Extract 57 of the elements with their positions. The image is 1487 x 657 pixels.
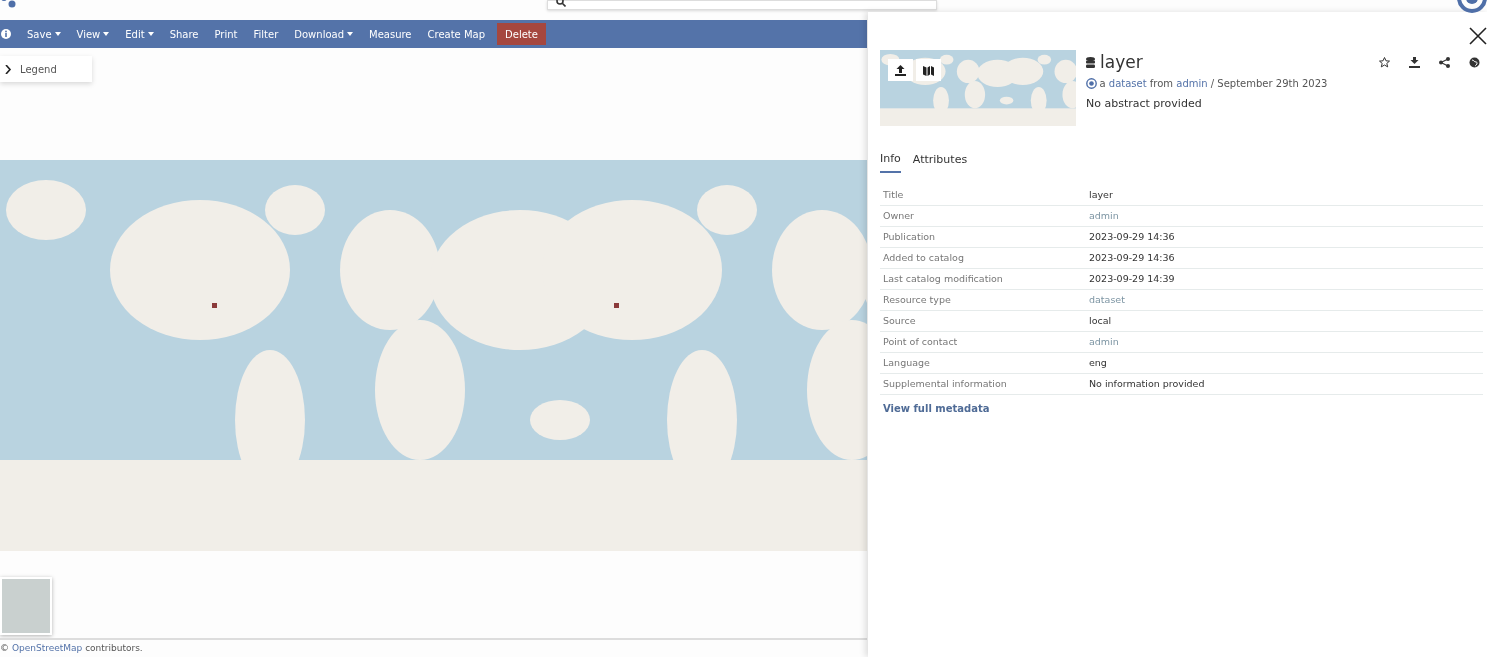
legend-toggle[interactable]: Legend xyxy=(0,56,92,82)
tab[interactable]: Attributes xyxy=(912,151,968,173)
ring-icon xyxy=(1457,0,1487,16)
field-label: Last catalog modification xyxy=(880,268,1086,290)
field-value: local xyxy=(1086,310,1483,332)
upload-button[interactable] xyxy=(888,59,913,81)
field-label: Title xyxy=(880,184,1086,206)
field-label: Point of contact xyxy=(880,331,1086,353)
basemap-thumbnail[interactable] xyxy=(0,577,52,635)
toolbar-button[interactable]: View xyxy=(68,23,118,45)
toolbar-button[interactable]: Measure xyxy=(361,23,420,45)
toolbar-button[interactable]: Edit xyxy=(117,23,162,45)
close-icon xyxy=(1469,27,1487,45)
byline-text: a dataset from admin / September 29th 2023 xyxy=(1099,77,1328,91)
field-value-link[interactable]: admin xyxy=(1086,331,1483,353)
resource-title: layer xyxy=(1100,54,1143,71)
field-label: Source xyxy=(880,310,1086,332)
field-value: 2023-09-29 14:36 xyxy=(1086,226,1483,248)
tab[interactable]: Info xyxy=(880,151,901,173)
field-value: 2023-09-29 14:39 xyxy=(1086,268,1483,290)
field-value: 2023-09-29 14:36 xyxy=(1086,247,1483,269)
attribution-text: © OpenStreetMap contributors. xyxy=(0,638,867,656)
upload-icon xyxy=(895,64,906,76)
delete-button[interactable]: Delete xyxy=(497,23,546,45)
field-value-link[interactable]: admin xyxy=(1086,205,1483,227)
view-metadata-link[interactable]: View full metadata xyxy=(883,401,990,416)
field-label: Supplemental information xyxy=(880,373,1086,395)
toolbar-button[interactable]: Print xyxy=(206,23,246,45)
toolbar-button[interactable]: Create Map xyxy=(419,23,494,45)
close-button[interactable] xyxy=(1469,27,1487,45)
field-value: layer xyxy=(1086,184,1483,206)
toolbar-button[interactable]: Save xyxy=(19,23,69,45)
field-label: Publication xyxy=(880,226,1086,248)
type-link[interactable]: dataset xyxy=(1108,78,1147,89)
download-icon[interactable] xyxy=(1408,57,1420,68)
abstract-text: No abstract provided xyxy=(1086,96,1203,112)
search-icon xyxy=(556,0,566,7)
field-label: Owner xyxy=(880,205,1086,227)
openstreetmap-link[interactable]: OpenStreetMap xyxy=(11,643,83,653)
field-label: Language xyxy=(880,352,1086,374)
toolbar-button[interactable]: Filter xyxy=(245,23,287,45)
owner-link[interactable]: admin xyxy=(1176,78,1208,89)
globe-icon[interactable] xyxy=(1468,57,1480,68)
database-icon xyxy=(1086,57,1095,68)
field-label: Added to catalog xyxy=(880,247,1086,269)
star-icon[interactable] xyxy=(1378,57,1390,68)
map-button[interactable] xyxy=(916,59,941,81)
toolbar-button[interactable]: Share xyxy=(161,23,207,45)
field-label: Resource type xyxy=(880,289,1086,311)
toolbar-button[interactable]: Download xyxy=(286,23,361,45)
search-field[interactable] xyxy=(547,0,937,10)
field-value: No information provided xyxy=(1086,373,1483,395)
map-icon xyxy=(923,64,934,76)
dataset-icon xyxy=(1086,78,1097,89)
field-value-link[interactable]: dataset xyxy=(1086,289,1483,311)
share-icon[interactable] xyxy=(1438,57,1450,68)
field-value: eng xyxy=(1086,352,1483,374)
